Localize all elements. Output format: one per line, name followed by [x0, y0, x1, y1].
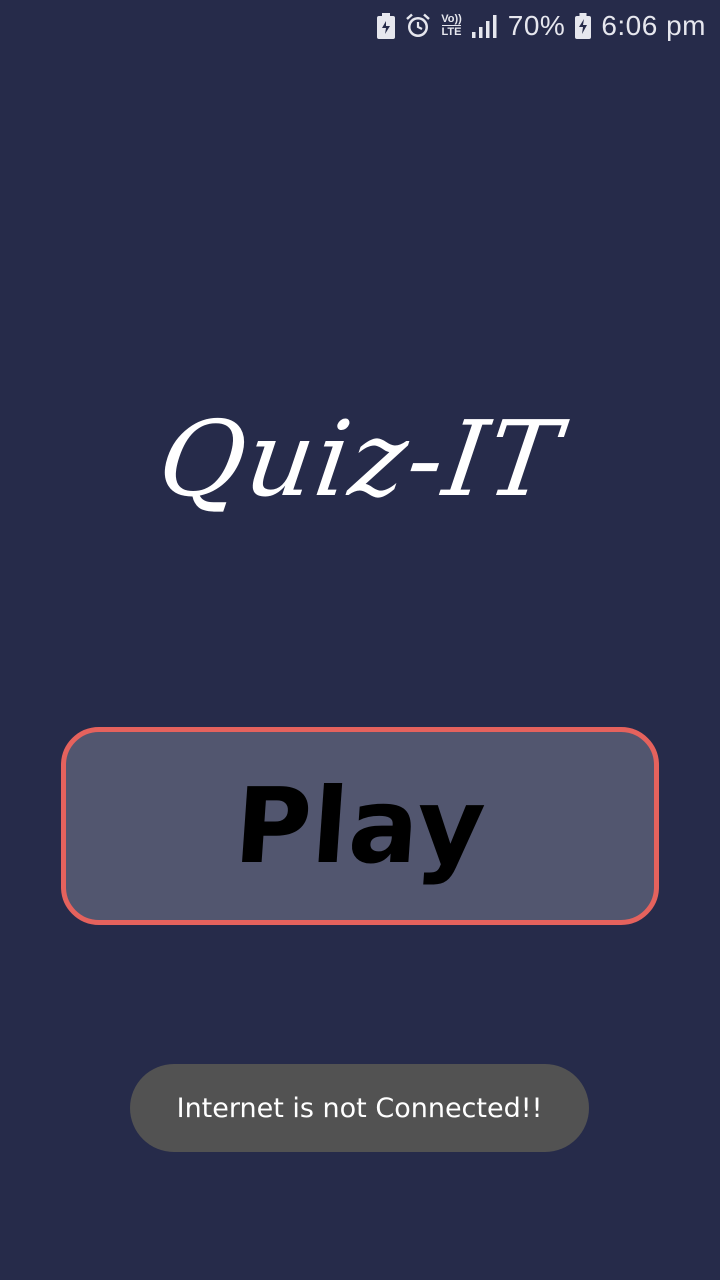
play-button-label: Play [230, 765, 490, 887]
clock: 6:06 pm [601, 10, 706, 41]
toast-text: Internet is not Connected!! [176, 1092, 543, 1124]
status-bar: Vo)) LTE 70% 6:06 pm [0, 0, 720, 52]
battery-saver-icon [377, 12, 396, 40]
volte-bottom-text: LTE [441, 25, 462, 38]
volte-top-text: Vo)) [441, 13, 462, 25]
app-title: Quiz-IT [151, 398, 569, 520]
battery-percent: 70% [507, 10, 566, 41]
play-button[interactable]: Play [61, 727, 659, 925]
battery-charging-icon [575, 12, 592, 40]
volte-icon: Vo)) LTE [441, 14, 462, 38]
toast-message: Internet is not Connected!! [130, 1064, 589, 1152]
alarm-clock-icon [405, 12, 431, 40]
signal-icon [471, 12, 498, 40]
